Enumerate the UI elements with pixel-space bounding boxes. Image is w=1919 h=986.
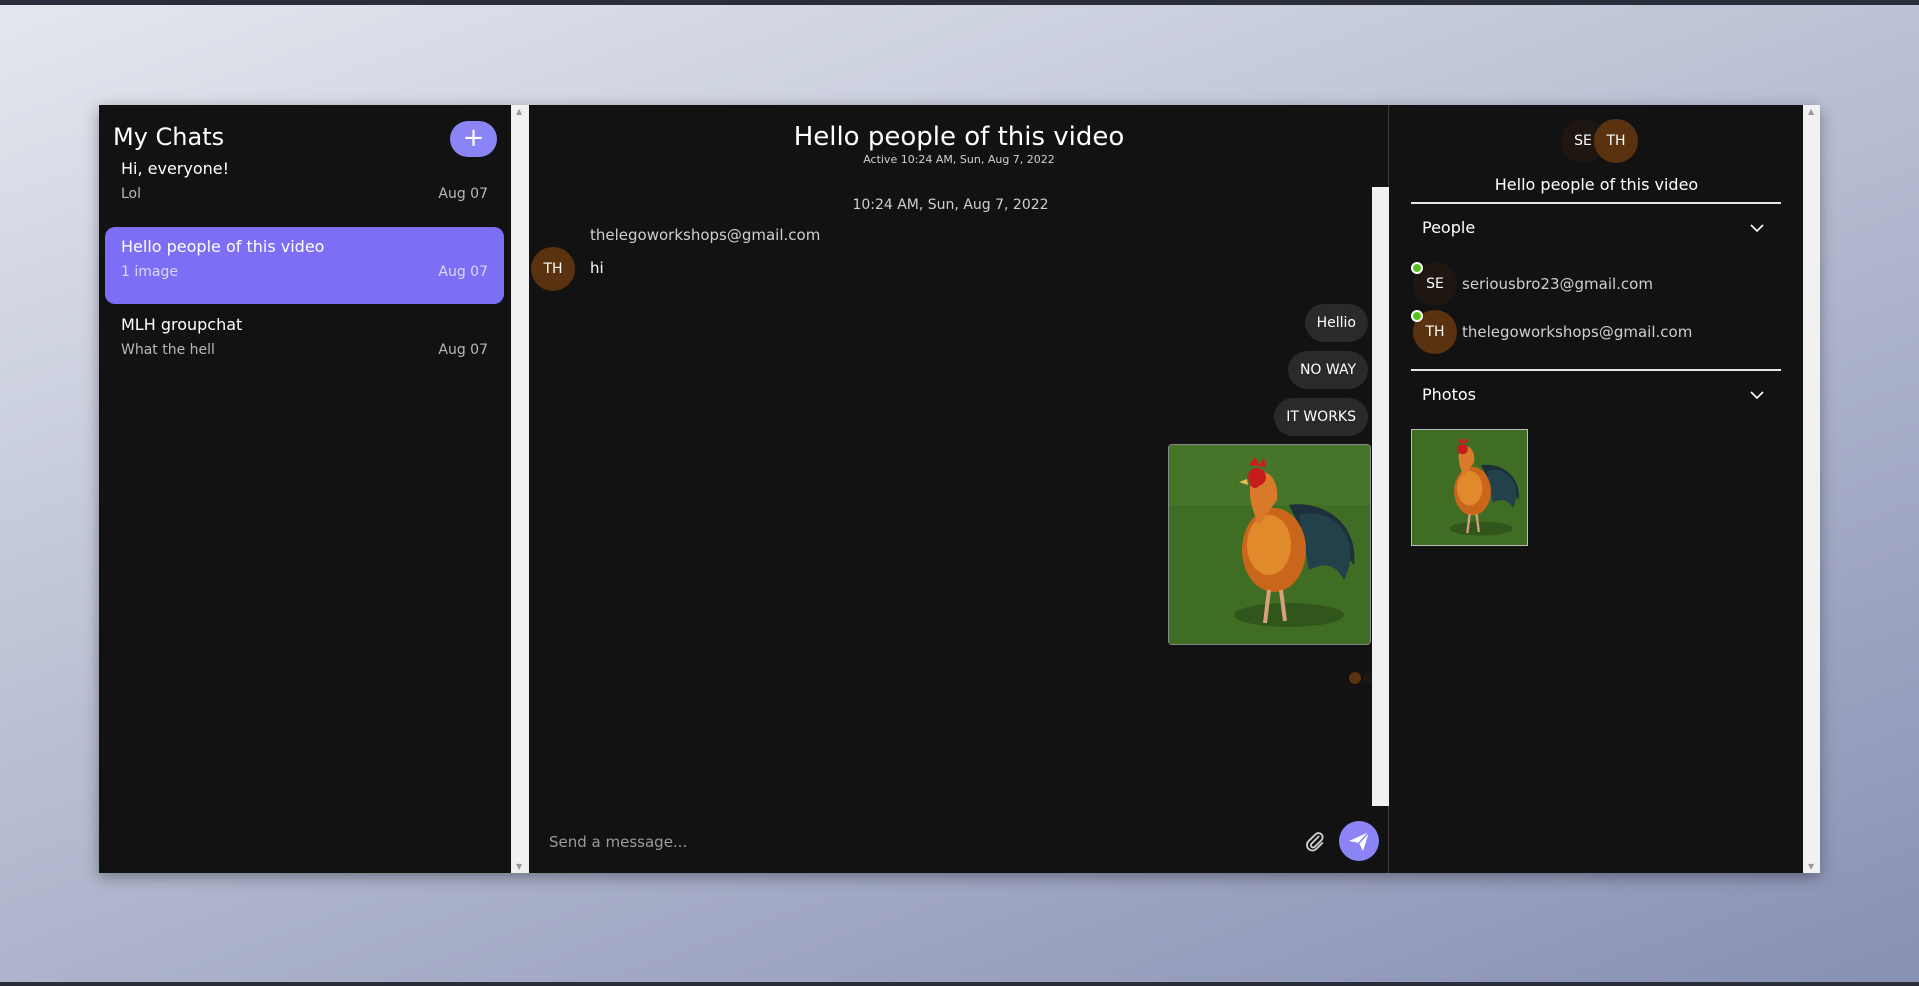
online-status-dot <box>1411 310 1423 322</box>
photos-section-label: Photos <box>1422 385 1476 404</box>
scroll-up-arrow-icon[interactable]: ▲ <box>1808 107 1814 116</box>
scroll-up-arrow-icon[interactable]: ▲ <box>516 107 522 116</box>
chat-name: Hello people of this video <box>121 237 325 256</box>
photo-thumbnail-rooster[interactable] <box>1411 429 1528 546</box>
top-edge <box>0 0 1919 5</box>
person-email: seriousbro23@gmail.com <box>1462 275 1653 293</box>
chat-card-hi-everyone[interactable]: Hi, everyone! Lol Aug 07 <box>105 149 504 226</box>
message-timestamp: 10:24 AM, Sun, Aug 7, 2022 <box>852 197 1049 213</box>
chat-name: MLH groupchat <box>121 315 243 334</box>
feed-scrollbar[interactable] <box>1372 187 1389 806</box>
chat-card-hello-people[interactable]: Hello people of this video 1 image Aug 0… <box>105 227 504 304</box>
settings-chat-title: Hello people of this video <box>1494 175 1699 194</box>
chat-date: Aug 07 <box>438 264 488 280</box>
outgoing-message: NO WAY <box>1287 351 1368 389</box>
divider <box>1411 202 1781 204</box>
chat-list-title: My Chats <box>113 123 225 151</box>
online-status-dot <box>1411 262 1423 274</box>
chat-name: Hi, everyone! <box>121 159 230 178</box>
bottom-edge <box>0 982 1919 986</box>
people-section-label: People <box>1422 218 1476 237</box>
paperclip-icon[interactable] <box>1304 831 1326 853</box>
chat-list-scrollbar[interactable]: ▲ ▼ <box>511 105 529 873</box>
avatar: TH <box>1594 119 1638 163</box>
chat-settings-panel: SE TH Hello people of this video People … <box>1390 105 1803 873</box>
settings-scrollbar[interactable]: ▲ ▼ <box>1803 105 1820 873</box>
chat-list-panel: My Chats + Hi, everyone! Lol Aug 07 Hell… <box>99 105 511 873</box>
chat-date: Aug 07 <box>438 186 488 202</box>
chevron-down-icon <box>1750 391 1764 400</box>
rooster-image <box>1169 445 1370 644</box>
scroll-down-arrow-icon[interactable]: ▼ <box>516 862 522 871</box>
scroll-down-arrow-icon[interactable]: ▼ <box>1808 862 1814 871</box>
chat-date: Aug 07 <box>438 342 488 358</box>
paper-plane-icon <box>1349 831 1370 851</box>
message-input[interactable] <box>549 829 1149 855</box>
chat-preview: What the hell <box>121 342 215 358</box>
chat-activity-status: Active 10:24 AM, Sun, Aug 7, 2022 <box>863 153 1055 166</box>
send-button[interactable] <box>1339 821 1379 861</box>
incoming-message: hi <box>590 259 604 277</box>
person-email: thelegoworkshops@gmail.com <box>1462 323 1693 341</box>
chat-feed: Hello people of this video Active 10:24 … <box>529 105 1389 873</box>
chat-title: Hello people of this video <box>793 122 1125 152</box>
chat-app: My Chats + Hi, everyone! Lol Aug 07 Hell… <box>99 105 1820 873</box>
photos-section-toggle[interactable]: Photos <box>1411 375 1781 415</box>
chat-preview: 1 image <box>121 264 178 280</box>
avatar: TH <box>531 247 575 291</box>
rooster-image <box>1412 430 1527 545</box>
people-section-toggle[interactable]: People <box>1411 208 1781 248</box>
chevron-down-icon <box>1750 224 1764 233</box>
message-sender: thelegoworkshops@gmail.com <box>590 226 821 244</box>
divider <box>1411 369 1781 371</box>
read-receipt-th <box>1349 672 1361 684</box>
outgoing-message: IT WORKS <box>1274 398 1368 436</box>
chat-preview: Lol <box>121 186 142 202</box>
chat-card-mlh-groupchat[interactable]: MLH groupchat What the hell Aug 07 <box>105 305 504 382</box>
outgoing-message: Hellio <box>1304 304 1368 342</box>
image-message-rooster[interactable] <box>1168 444 1371 645</box>
